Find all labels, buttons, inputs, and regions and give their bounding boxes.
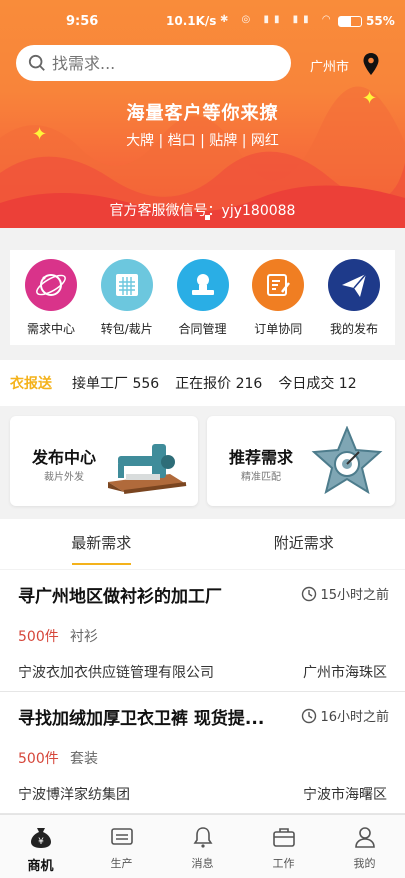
user-icon (354, 827, 375, 848)
quick-item-my-posts[interactable]: 我的发布 (319, 250, 389, 345)
item-quantity: 500件 (18, 629, 59, 645)
battery-percent: 55% (366, 14, 395, 28)
nav-work[interactable]: 工作 (243, 815, 324, 878)
quick-item-label: 合同管理 (178, 322, 227, 336)
edit-icon (252, 259, 305, 311)
list-item[interactable]: 寻广州地区做衬衫的加工厂 15小时之前 500件 衬衫 宁波衣加衣供应链管理有限… (0, 570, 405, 692)
search-input[interactable] (52, 53, 252, 73)
money-bag-icon: ¥ (30, 828, 51, 848)
network-speed: 10.1K/s (166, 14, 217, 28)
stats-bar: 衣报送 接单工厂 556 正在报价 216 今日成交 12 (0, 360, 405, 406)
quick-item-label: 我的发布 (329, 322, 378, 336)
paper-plane-icon (328, 259, 380, 311)
item-category: 衬衫 (70, 629, 98, 645)
stat-quoting: 正在报价 216 (175, 376, 263, 392)
nav-label: 商机 (27, 859, 54, 874)
card-subtitle: 精准匹配 (241, 472, 281, 483)
clock-icon (302, 708, 317, 723)
item-company: 宁波衣加衣供应链管理有限公司 (18, 665, 214, 681)
demand-list: 寻广州地区做衬衫的加工厂 15小时之前 500件 衬衫 宁波衣加衣供应链管理有限… (0, 570, 405, 814)
item-quantity: 500件 (18, 751, 59, 767)
list-item[interactable]: 寻找加绒加厚卫衣卫裤 现货提... 16小时之前 500件 套装 宁波博洋家纺集… (0, 692, 405, 814)
item-time: 16小时之前 (301, 706, 389, 725)
nav-messages[interactable]: 消息 (162, 815, 243, 878)
sewing-machine-icon (108, 444, 187, 494)
quick-action-grid: 需求中心 转包/裁片 合同管理 订单协同 我的发布 (10, 250, 395, 345)
item-time-text: 15小时之前 (320, 588, 389, 603)
briefcase-icon (272, 828, 295, 847)
item-time-text: 16小时之前 (320, 710, 389, 725)
nav-label: 工作 (272, 857, 295, 870)
bottom-nav: ¥ 商机 生产 消息 工作 我的 (0, 814, 405, 878)
svg-text:¥: ¥ (38, 837, 44, 847)
quick-item-label: 订单协同 (254, 322, 303, 336)
planet-icon (25, 259, 77, 311)
status-icons: ✱ ◎ ▮▮ ▮▮ ◠ (220, 14, 336, 25)
item-location: 宁波市海曙区 (303, 787, 387, 803)
nav-opportunities[interactable]: ¥ 商机 (0, 815, 81, 878)
banner-subtitle: 大牌 | 档口 | 贴牌 | 网红 (126, 133, 279, 149)
search-bar[interactable] (16, 45, 291, 81)
nav-label: 我的 (353, 857, 376, 870)
card-subtitle: 裁片外发 (44, 472, 84, 483)
search-icon (28, 54, 45, 71)
status-time: 9:56 (66, 14, 99, 29)
location-pin-icon[interactable] (362, 52, 380, 76)
printer-icon (110, 828, 133, 845)
bell-icon (193, 827, 212, 848)
stat-deals: 今日成交 12 (278, 376, 357, 392)
feature-cards: 发布中心 裁片外发 推荐需求 精准匹配 (10, 416, 395, 506)
brand-label: 衣报送 (10, 376, 52, 392)
battery-icon (338, 16, 362, 27)
stamp-icon (176, 259, 229, 311)
banner-title: 海量客户等你来撩 (126, 103, 279, 124)
item-title: 寻广州地区做衬衫的加工厂 (18, 587, 222, 607)
demand-tabs: 最新需求 附近需求 (0, 519, 405, 569)
fabric-icon (100, 259, 153, 311)
stat-factories: 接单工厂 556 (72, 376, 160, 392)
quick-item-order-collab[interactable]: 订单协同 (243, 250, 313, 345)
recommended-demand-card[interactable]: 推荐需求 精准匹配 (207, 416, 395, 506)
tab-nearby-demand[interactable]: 附近需求 (203, 519, 405, 569)
star-badge-icon (311, 426, 383, 495)
nav-label: 生产 (110, 857, 133, 870)
item-location: 广州市海珠区 (303, 665, 387, 681)
item-title: 寻找加绒加厚卫衣卫裤 现货提... (18, 709, 265, 729)
nav-label: 消息 (191, 857, 214, 870)
status-bar: 9:56 10.1K/s ✱ ◎ ▮▮ ▮▮ ◠ 55% (0, 0, 405, 40)
item-category: 套装 (70, 751, 98, 767)
card-title: 推荐需求 (229, 448, 294, 467)
tab-latest-demand[interactable]: 最新需求 (0, 519, 203, 569)
nav-mine[interactable]: 我的 (324, 815, 405, 878)
card-title: 发布中心 (32, 448, 97, 467)
quick-item-subcontract[interactable]: 转包/裁片 (92, 250, 162, 345)
wechat-id: 官方客服微信号：yjy180088 (109, 203, 296, 219)
quick-item-label: 转包/裁片 (100, 322, 153, 336)
quick-item-demand-center[interactable]: 需求中心 (16, 250, 86, 345)
clock-icon (302, 586, 317, 601)
quick-item-label: 需求中心 (26, 322, 75, 336)
nav-production[interactable]: 生产 (81, 815, 162, 878)
carousel-indicator (205, 215, 210, 220)
item-company: 宁波博洋家纺集团 (18, 787, 130, 803)
item-time: 15小时之前 (301, 584, 389, 603)
publish-center-card[interactable]: 发布中心 裁片外发 (10, 416, 198, 506)
quick-item-contracts[interactable]: 合同管理 (168, 250, 238, 345)
city-selector[interactable]: 广州市 (310, 56, 349, 75)
